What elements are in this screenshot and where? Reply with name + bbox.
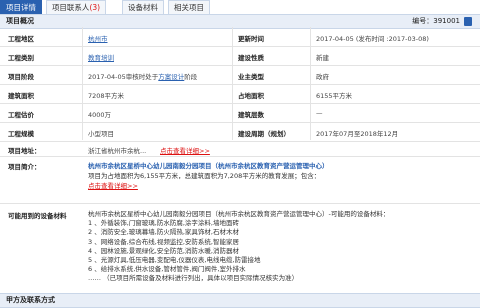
intro-row: 项目简介： 杭州市余杭区星桥中心幼儿园南毅分园项目（杭州市余杭区教育资产营运管理… [0, 157, 480, 204]
info-row: 建筑面积 7208平方米 占地面积 6155平方米 [0, 85, 480, 104]
overview-title: 项目概况 [6, 17, 34, 25]
tab-label: 项目联系人 [51, 3, 90, 12]
address-detail-link[interactable]: 点击查看详细>> [160, 145, 210, 155]
field-label: 工程类别 [8, 54, 34, 62]
field-label: 工程地区 [8, 35, 34, 43]
equipment-row: 可能用到的设备材料 杭州市余杭区星桥中心幼儿园南毅分园项目（杭州市余杭区教育资产… [0, 204, 480, 292]
intro-title[interactable]: 杭州市余杭区星桥中心幼儿园南毅分园项目（杭州市余杭区教育资产营运管理中心） [88, 161, 329, 171]
field-label: 占地面积 [238, 92, 264, 100]
project-number: 编号：391001 [412, 17, 460, 25]
field-label: 业主类型 [238, 73, 264, 81]
contact-count-badge: (3) [89, 3, 101, 12]
tab-label: 设备材料 [128, 3, 158, 12]
owner-type: 政府 [316, 73, 329, 81]
overview-header: 项目概况 编号：391001 [0, 14, 480, 29]
tab-project-details[interactable]: 项目详情 [0, 0, 42, 14]
address-value: 浙江省杭州市余杭... [88, 147, 147, 155]
building-area: 7208平方米 [88, 92, 125, 100]
intro-desc: 项目为占地面积为6,155平方米，总建筑面积为7,208平方米的教育发展；包含： [88, 172, 321, 180]
field-label: 建筑层数 [238, 111, 264, 119]
info-row: 工程规模 小型项目 建设周期（规划） 2017年07月至2018年12月 [0, 123, 480, 142]
project-scale: 小型项目 [88, 130, 114, 138]
build-nature: 新建 [316, 54, 329, 62]
field-label: 建设周期（规划） [238, 130, 290, 138]
equipment-intro: 杭州市余杭区星桥中心幼儿园南毅分园项目（杭州市余杭区教育资产营运管理中心）-可能… [88, 210, 390, 218]
contacts-title: 甲方及联系方式 [6, 296, 55, 304]
equipment-item: 5 、光源灯具,低压电器,变配电,仪器仪表,电线电缆,防雷接地 [88, 256, 261, 265]
intro-block: 杭州市余杭区星桥中心幼儿园南毅分园项目（杭州市余杭区教育资产营运管理中心） 项目… [88, 161, 329, 191]
project-stage: 2017-04-05审核时处于方案设计阶段 [88, 71, 197, 81]
field-label: 工程规模 [8, 130, 34, 138]
land-area: 6155平方米 [316, 92, 353, 100]
tab-bar: 项目详情 项目联系人(3) 设备材料 相关项目 [0, 0, 480, 15]
stage-prefix: 2017-04-05审核时处于 [88, 73, 159, 81]
tab-label: 项目详情 [6, 3, 36, 12]
contacts-header: 甲方及联系方式 [0, 293, 480, 308]
equipment-list: 杭州市余杭区星桥中心幼儿园南毅分园项目（杭州市余杭区教育资产营运管理中心）-可能… [88, 210, 389, 284]
equipment-label: 可能用到的设备材料 [8, 212, 67, 220]
tab-project-contacts[interactable]: 项目联系人(3) [46, 0, 106, 14]
equipment-note: …… （已项目所需设备及材料进行列出，具体以项目实际情况核实为准） [88, 274, 299, 283]
cost-estimate: 4000万 [88, 111, 112, 119]
equipment-item: 2 、消防安全,玻璃幕墙,防火隔热,家具饰材,石材木材 [88, 228, 239, 237]
address-row: 项目地址： 浙江省杭州市余杭... 点击查看详细>> [0, 142, 480, 157]
field-label: 工程估价 [8, 111, 34, 119]
field-label: 建筑面积 [8, 92, 34, 100]
stage-link[interactable]: 方案设计 [158, 73, 184, 81]
download-icon[interactable] [464, 17, 472, 26]
region-link[interactable]: 杭州市 [88, 33, 108, 43]
stage-suffix: 阶段 [184, 73, 198, 81]
category-link[interactable]: 教育培训 [88, 52, 114, 62]
build-period: 2017年07月至2018年12月 [316, 130, 399, 138]
address-label: 项目地址： [8, 147, 41, 155]
field-label: 建设性质 [238, 54, 264, 62]
tab-label: 相关项目 [174, 3, 204, 12]
info-row: 工程地区 杭州市 更新时间 2017-04-05 (发布时间 :2017-03-… [0, 28, 480, 47]
tab-related-projects[interactable]: 相关项目 [168, 0, 210, 14]
field-label: 更新时间 [238, 35, 264, 43]
info-row: 工程估价 4000万 建筑层数 — [0, 104, 480, 123]
equipment-item: 3 、网络设备,综合布线,视频监控,安防系统,智能家居 [88, 237, 239, 246]
field-label: 项目阶段 [8, 73, 34, 81]
equipment-item: 4 、园林设施,景观绿化,安全防范,消防水暖,消防器材 [88, 246, 239, 255]
intro-label: 项目简介： [8, 163, 41, 171]
info-row: 工程类别 教育培训 建设性质 新建 [0, 47, 480, 66]
floors: — [316, 109, 323, 117]
info-row: 项目阶段 2017-04-05审核时处于方案设计阶段 业主类型 政府 [0, 66, 480, 85]
update-time: 2017-04-05 (发布时间 :2017-03-08) [316, 35, 429, 43]
intro-detail-link[interactable]: 点击查看详细>> [88, 181, 329, 191]
tab-equipment-materials[interactable]: 设备材料 [122, 0, 164, 14]
